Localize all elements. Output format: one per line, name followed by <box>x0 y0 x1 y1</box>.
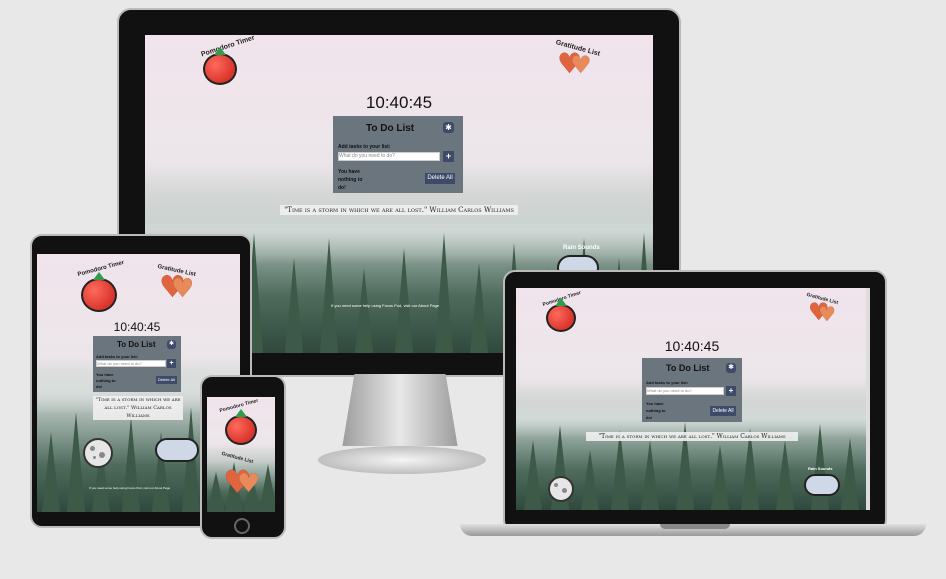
add-task-button[interactable]: + <box>443 151 454 162</box>
laptop-gear-icon[interactable]: ✱ <box>726 363 736 373</box>
tablet-clock-display: 10:40:45 <box>113 320 161 334</box>
desktop-stand-neck <box>342 374 458 446</box>
laptop-rain-cloud-icon[interactable] <box>804 474 840 496</box>
laptop-empty-todo-text: You have nothing to do! <box>646 401 666 420</box>
task-input[interactable]: What do you need to do? <box>338 152 440 161</box>
tablet-tomato-icon[interactable] <box>81 272 117 312</box>
laptop-clock-display: 10:40:45 <box>664 338 720 354</box>
empty-todo-text: You have nothing to do! <box>338 169 363 191</box>
laptop-rain-label: Rain Sounds <box>808 466 833 471</box>
hearts-icon-2: ♥ <box>570 51 592 79</box>
tablet-hearts-icon-2: ♥ <box>171 274 195 304</box>
laptop-todo-title: To Do List <box>666 363 710 373</box>
footer-help-text[interactable]: If you need some help using Focus Pod, v… <box>331 303 439 308</box>
delete-all-button[interactable]: Delete All <box>425 173 455 184</box>
tablet-empty-todo-text: You have nothing to do! <box>96 372 116 389</box>
tablet-gear-icon[interactable]: ✱ <box>167 340 176 349</box>
laptop-hearts-icon-2: ♥ <box>818 302 836 326</box>
tablet-add-task-button[interactable]: + <box>167 359 176 368</box>
rain-label: Rain Sounds <box>563 245 600 251</box>
laptop-quote-text: "Time is a storm in which we are all los… <box>586 432 798 441</box>
desktop-stand-base <box>318 446 486 474</box>
laptop-task-input[interactable]: What do you need to do? <box>646 387 724 395</box>
laptop-screen: Pomodoro Timer Gratitude List ♥ ♥ 10:40:… <box>516 288 870 510</box>
phone-hearts-icon-2: ♥ <box>237 469 261 499</box>
laptop-todo-panel: To Do List ✱ Add tasks to your list: Wha… <box>642 358 742 422</box>
tablet-rain-cloud-icon[interactable] <box>155 438 199 462</box>
phone-home-button <box>234 518 250 534</box>
laptop-notch <box>660 524 730 529</box>
gear-icon[interactable]: ✱ <box>443 122 454 133</box>
laptop-add-tasks-label: Add tasks to your list: <box>646 380 689 385</box>
quote-text: "Time is a storm in which we are all los… <box>280 205 518 215</box>
todo-title: To Do List <box>366 123 415 134</box>
tablet-todo-panel: To Do List ✱ Add tasks to your list: Wha… <box>93 336 181 392</box>
laptop-moon-icon[interactable] <box>548 476 574 502</box>
tablet-footer-help-text[interactable]: If you need some help using Focus Pod, v… <box>89 486 170 490</box>
tablet-add-tasks-label: Add tasks to your list: <box>96 354 139 359</box>
tomato-icon[interactable] <box>203 47 237 85</box>
laptop-delete-all-button[interactable]: Delete All <box>710 406 736 416</box>
tablet-task-input[interactable]: What do you need to do? <box>96 360 166 367</box>
tablet-moon-icon[interactable] <box>83 438 113 468</box>
phone-screen: Pomodoro Timer Gratitude List ♥ ♥ <box>207 397 275 512</box>
todo-panel: To Do List ✱ Add tasks to your list: Wha… <box>333 116 463 193</box>
clock-display: 10:40:45 <box>365 93 433 112</box>
phone-tomato-icon[interactable] <box>225 409 257 445</box>
laptop-scrollbar[interactable] <box>866 288 870 510</box>
tablet-quote-text: "Time is a storm in which we are all los… <box>93 396 183 420</box>
add-tasks-label: Add tasks to your list: <box>338 144 391 150</box>
tablet-delete-all-button[interactable]: Delete All <box>156 376 177 384</box>
laptop-tomato-icon[interactable] <box>546 298 576 332</box>
tablet-todo-title: To Do List <box>117 340 156 349</box>
laptop-add-task-button[interactable]: + <box>726 386 736 396</box>
